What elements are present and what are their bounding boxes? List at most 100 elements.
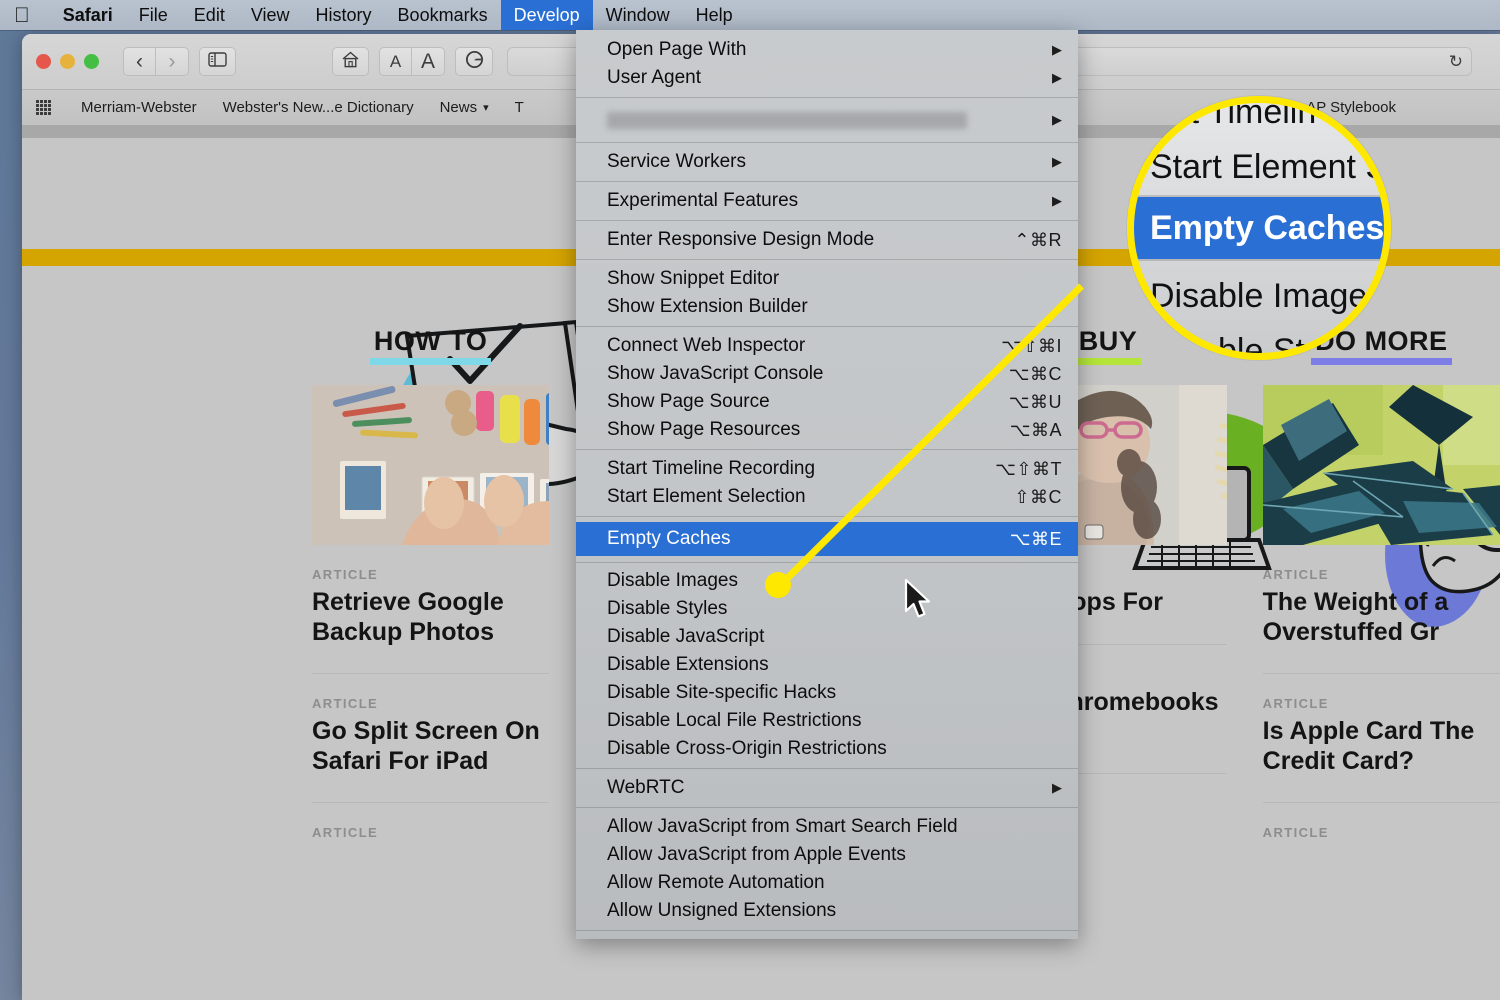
menu-item-label: Service Workers [607,151,747,172]
minimize-window-button[interactable] [60,54,75,69]
article-headline[interactable]: Retrieve Google Backup Photos [312,588,549,647]
text-size-buttons[interactable]: A A [379,47,445,76]
menu-item-show-extension-builder[interactable]: Show Extension Builder [576,293,1078,321]
menu-item-label: Show Page Source [607,391,770,412]
menu-item-show-page-resources[interactable]: Show Page Resources ⌥⌘A [576,416,1078,444]
menubar-item-history[interactable]: History [303,0,385,30]
home-icon [341,51,360,72]
mouse-pointer-icon [904,578,934,627]
card-heading: HOW TO [312,326,549,366]
menubar-item-develop[interactable]: Develop [500,0,593,30]
reload-icon[interactable]: ↻ [1449,52,1463,72]
menu-item-open-page-with[interactable]: Open Page With ▶ [576,36,1078,64]
maximize-window-button[interactable] [84,54,99,69]
article-kicker: ARTICLE [312,696,379,712]
back-button[interactable]: ‹ [123,47,156,76]
menubar-item-window[interactable]: Window [593,0,683,30]
close-window-button[interactable] [36,54,51,69]
menu-item-disable-extensions[interactable]: Disable Extensions [576,651,1078,679]
increase-text-size-button[interactable]: A [412,47,445,76]
window-controls[interactable] [36,54,99,69]
bookmark-item-merriam-webster[interactable]: Merriam-Webster [81,99,197,116]
submenu-arrow-icon: ▶ [1052,780,1062,795]
navigation-buttons[interactable]: ‹ › [123,47,189,76]
forward-button[interactable]: › [156,47,189,76]
menu-item-label: Start Element Selection [607,486,806,507]
menu-item-experimental-features[interactable]: Experimental Features ▶ [576,187,1078,215]
menu-item-show-page-source[interactable]: Show Page Source ⌥⌘U [576,388,1078,416]
apps-grid-icon[interactable] [36,100,51,115]
screenshot-root: ‹ › A A ↻ Merriam-Webster Webster's New.… [0,0,1500,1000]
mac-menu-bar:  Safari File Edit View History Bookmark… [0,0,1500,30]
decrease-text-size-button[interactable]: A [379,47,412,76]
menu-item-redacted-device[interactable]: ▶ [576,103,1078,137]
menu-divider [576,768,1078,769]
menu-item-user-agent[interactable]: User Agent ▶ [576,64,1078,92]
menubar-item-edit[interactable]: Edit [181,0,238,30]
bookmark-item-t[interactable]: T [515,99,524,116]
menubar-item-bookmarks[interactable]: Bookmarks [385,0,501,30]
article-headline[interactable]: Is Apple Card The Credit Card? [1263,717,1500,776]
menu-item-disable-styles[interactable]: Disable Styles [576,595,1078,623]
magnified-menu-content: tart Timelin Start Element S Empty Cache… [1134,103,1389,353]
menu-item-shortcut: ⌥⌘E [1009,528,1062,549]
menu-item-shortcut: ⌥⌘C [1008,363,1062,384]
sidebar-toggle-button[interactable] [199,47,236,76]
menu-item-label: Start Timeline Recording [607,458,816,479]
menu-item-label: Show Page Resources [607,419,801,440]
apple-logo-icon[interactable]:  [14,5,30,26]
menu-item-start-timeline-recording[interactable]: Start Timeline Recording ⌥⇧⌘T [576,455,1078,483]
menu-item-label: Disable Local File Restrictions [607,710,862,731]
menu-item-enter-responsive-design-mode[interactable]: Enter Responsive Design Mode ⌃⌘R [576,226,1078,254]
menu-item-start-element-selection[interactable]: Start Element Selection ⇧⌘C [576,483,1078,511]
callout-anchor-dot [765,572,791,598]
home-button[interactable] [332,47,369,76]
menu-item-label: WebRTC [607,777,685,798]
article-headline[interactable]: Go Split Screen On Safari For iPad [312,717,549,776]
card-heading-label: BUY [1074,326,1142,366]
menu-item-service-workers[interactable]: Service Workers ▶ [576,148,1078,176]
menu-item-shortcut: ⌥⌘A [1009,419,1062,440]
menubar-item-file[interactable]: File [126,0,181,30]
menu-item-show-snippet-editor[interactable]: Show Snippet Editor [576,265,1078,293]
menu-item-label: Show Snippet Editor [607,268,780,289]
menu-item-disable-cross-origin-restrictions[interactable]: Disable Cross-Origin Restrictions [576,735,1078,763]
article-kicker: ARTICLE [1262,825,1329,841]
submenu-arrow-icon: ▶ [1052,70,1062,85]
article-kicker: ARTICLE [312,825,379,841]
menu-item-disable-local-file-restrictions[interactable]: Disable Local File Restrictions [576,707,1078,735]
divider [1262,802,1500,804]
menu-divider [576,142,1078,143]
magnified-row-label: Disable Images [1150,277,1385,315]
menu-item-allow-remote-automation[interactable]: Allow Remote Automation [576,869,1078,897]
menubar-label: Edit [178,5,225,25]
menu-item-connect-web-inspector[interactable]: Connect Web Inspector ⌥⇧⌘I [576,332,1078,360]
grammarly-extension-button[interactable] [455,47,493,76]
article-kicker: ARTICLE [1262,696,1329,712]
menu-item-allow-javascript-from-apple-events[interactable]: Allow JavaScript from Apple Events [576,841,1078,869]
menu-item-webrtc[interactable]: WebRTC ▶ [576,774,1078,802]
submenu-arrow-icon: ▶ [1052,154,1062,169]
menubar-label: Safari [47,5,113,25]
menu-item-disable-javascript[interactable]: Disable JavaScript [576,623,1078,651]
magnified-row-label: Start Element S [1150,148,1389,186]
magnifier-callout: tart Timelin Start Element S Empty Cache… [1127,96,1391,360]
bookmark-item-websters-dictionary[interactable]: Webster's New...e Dictionary [223,99,414,116]
menubar-item-view[interactable]: View [238,0,303,30]
menubar-label: Bookmarks [381,5,488,25]
menu-item-label: Show Extension Builder [607,296,808,317]
card-heading-label: HOW TO [369,326,492,366]
article-headline[interactable]: The Weight of a Overstuffed Gr [1263,588,1500,647]
menubar-item-safari[interactable]: Safari [50,0,126,30]
menu-item-allow-unsigned-extensions[interactable]: Allow Unsigned Extensions [576,897,1078,925]
menu-divider [576,220,1078,221]
menu-item-disable-images[interactable]: Disable Images [576,567,1078,595]
menu-divider [576,449,1078,450]
bookmark-item-news[interactable]: News ▾ [440,99,489,116]
menu-item-label: Empty Caches [607,528,731,549]
menu-item-allow-javascript-from-smart-search-field[interactable]: Allow JavaScript from Smart Search Field [576,813,1078,841]
menubar-item-help[interactable]: Help [683,0,746,30]
menu-item-disable-site-specific-hacks[interactable]: Disable Site-specific Hacks [576,679,1078,707]
menu-divider [576,326,1078,327]
menu-divider [576,259,1078,260]
